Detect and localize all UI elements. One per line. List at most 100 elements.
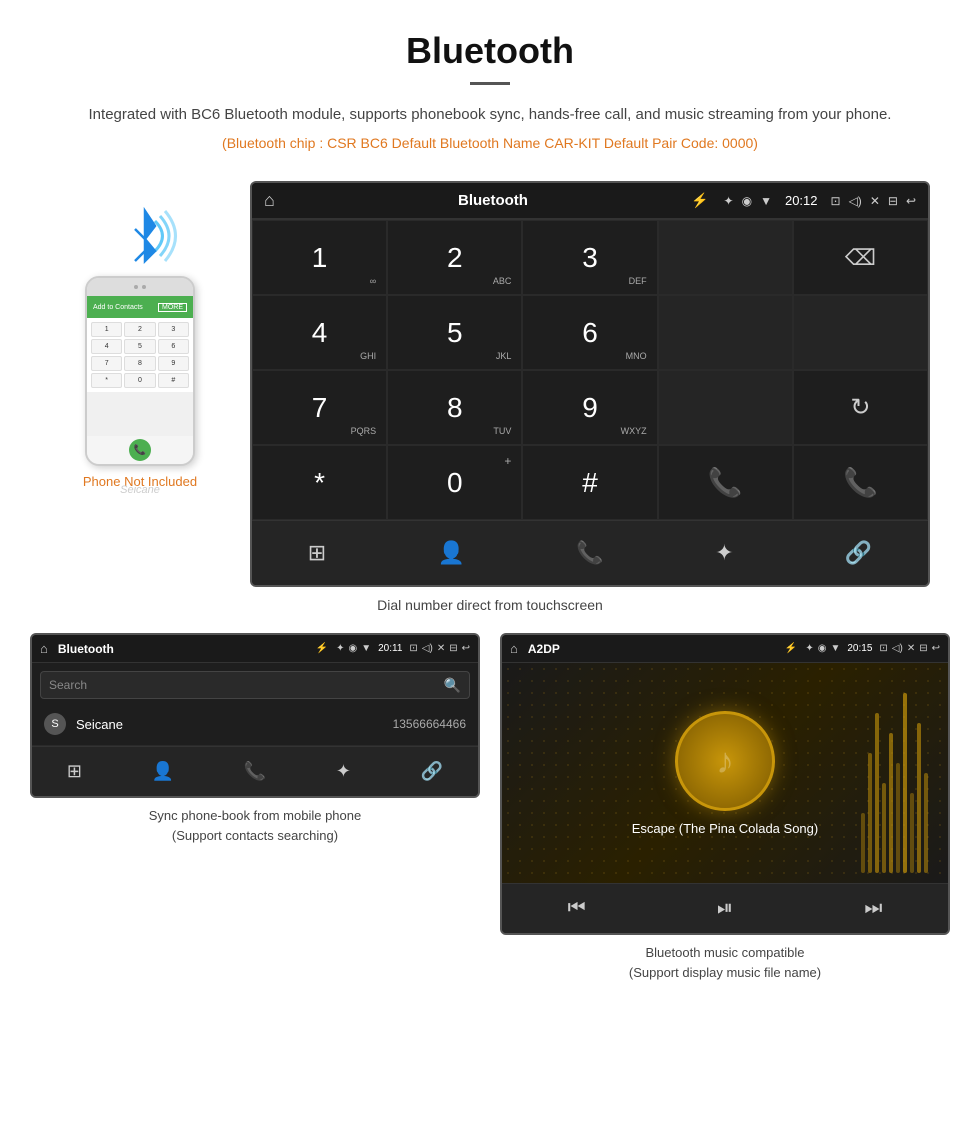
music-home-icon[interactable]: ⌂ xyxy=(510,641,518,656)
bottom-link-icon[interactable]: 🔗 xyxy=(845,540,872,566)
close-icon[interactable]: ✕ xyxy=(870,194,880,208)
pb-back-icon[interactable]: ↩ xyxy=(462,643,470,654)
page-description: Integrated with BC6 Bluetooth module, su… xyxy=(60,103,920,127)
home-icon[interactable]: ⌂ xyxy=(264,190,275,211)
phone-screen: 1 2 3 4 5 6 7 8 9 * 0 # xyxy=(87,318,193,392)
pb-close-icon[interactable]: ✕ xyxy=(437,643,445,654)
phonebook-caption: Sync phone-book from mobile phone(Suppor… xyxy=(30,806,480,845)
dialpad-key-4[interactable]: 4 GHI xyxy=(252,295,387,370)
pb-bt-nav-icon[interactable]: ✦ xyxy=(336,761,351,782)
dialpad-backspace[interactable]: ⌫ xyxy=(793,220,928,295)
phone-key-star[interactable]: * xyxy=(91,373,122,388)
camera-icon: ⊡ xyxy=(831,194,841,208)
music-content: ♪ Escape (The Pina Colada Song) xyxy=(502,663,948,883)
phone-key-1[interactable]: 1 xyxy=(91,322,122,337)
window-icon: ⊟ xyxy=(888,194,898,208)
dialpad-key-5[interactable]: 5 JKL xyxy=(387,295,522,370)
phone-key-2[interactable]: 2 xyxy=(124,322,155,337)
bottom-contacts-icon[interactable]: 👤 xyxy=(438,540,465,566)
music-song-title: Escape (The Pina Colada Song) xyxy=(632,821,818,836)
play-pause-button[interactable]: ⏯ xyxy=(717,897,733,920)
phone-top-bar xyxy=(87,278,193,296)
phone-key-5[interactable]: 5 xyxy=(124,339,155,354)
music-back-icon[interactable]: ↩ xyxy=(932,643,940,654)
dialpad-key-6[interactable]: 6 MNO xyxy=(522,295,657,370)
next-track-button[interactable]: ⏭ xyxy=(864,897,882,920)
phone-key-8[interactable]: 8 xyxy=(124,356,155,371)
dialpad-key-9[interactable]: 9 WXYZ xyxy=(522,370,657,445)
dialpad-empty-r2c5 xyxy=(793,295,928,370)
phone-key-4[interactable]: 4 xyxy=(91,339,122,354)
phonebook-section: ⌂ Bluetooth ⚡ ✦ ◉ ▼ 20:11 ⊡ ◁) ✕ ⊟ ↩ xyxy=(30,633,480,982)
pb-usb-icon: ⚡ xyxy=(316,643,328,654)
music-status-bar: ⌂ A2DP ⚡ ✦ ◉ ▼ 20:15 ⊡ ◁) ✕ ⊟ ↩ xyxy=(502,635,948,663)
dialpad-key-hash[interactable]: # xyxy=(522,445,657,520)
pb-vol-icon: ◁) xyxy=(422,643,433,654)
car-screen-title: Bluetooth xyxy=(295,192,691,209)
music-bt-icon: ✦ xyxy=(805,643,813,654)
bt-status-icon: ✦ xyxy=(724,194,734,208)
pb-phone-icon[interactable]: 📞 xyxy=(244,761,266,782)
pb-person-icon[interactable]: 👤 xyxy=(152,761,174,782)
pb-search-bar: Search 🔍 xyxy=(32,663,478,703)
dialpad-key-8[interactable]: 8 TUV xyxy=(387,370,522,445)
pb-home-icon[interactable]: ⌂ xyxy=(40,641,48,656)
pb-win-icon: ⊟ xyxy=(449,643,457,654)
title-divider xyxy=(470,82,510,85)
volume-icon: ◁) xyxy=(849,194,862,208)
phone-call-button[interactable]: 📞 xyxy=(129,439,151,461)
dialpad-empty-r2c4 xyxy=(658,295,793,370)
bottom-dialpad-icon[interactable]: ⊞ xyxy=(308,540,326,566)
music-loc-icon: ◉ xyxy=(818,643,827,654)
music-cam-icon: ⊡ xyxy=(879,643,887,654)
page-title: Bluetooth xyxy=(60,30,920,72)
dialpad-key-1[interactable]: 1 ∞ xyxy=(252,220,387,295)
music-vol-icon: ◁) xyxy=(892,643,903,654)
bottom-bluetooth-icon[interactable]: ✦ xyxy=(715,540,733,566)
dialpad-key-3[interactable]: 3 DEF xyxy=(522,220,657,295)
dial-caption: Dial number direct from touchscreen xyxy=(0,597,980,613)
music-album-art: ♪ xyxy=(675,711,775,811)
dialpad-key-7[interactable]: 7 PQRS xyxy=(252,370,387,445)
pb-contact-avatar: S xyxy=(44,713,66,735)
music-section: ⌂ A2DP ⚡ ✦ ◉ ▼ 20:15 ⊡ ◁) ✕ ⊟ ↩ xyxy=(500,633,950,982)
phone-key-hash[interactable]: # xyxy=(158,373,189,388)
phone-status-bar: Add to Contacts MORE xyxy=(87,296,193,318)
phone-speaker xyxy=(134,285,138,289)
car-status-bar: ⌂ Bluetooth ⚡ ✦ ◉ ▼ 20:12 ⊡ ◁) ✕ ⊟ ↩ xyxy=(252,183,928,219)
dialpad-key-0[interactable]: 0 + xyxy=(387,445,522,520)
prev-track-button[interactable]: ⏮ xyxy=(568,897,586,920)
phone-bottom-bar: 📞 xyxy=(87,436,193,464)
pb-contact-row[interactable]: S Seicane 13566664466 xyxy=(32,703,478,746)
phone-key-7[interactable]: 7 xyxy=(91,356,122,371)
bluetooth-signal-illustration xyxy=(100,201,180,271)
phone-key-0[interactable]: 0 xyxy=(124,373,155,388)
pb-contact-name: Seicane xyxy=(76,717,393,732)
pb-loc-icon: ◉ xyxy=(348,643,357,654)
dialpad-key-star[interactable]: * xyxy=(252,445,387,520)
bottom-phone-icon[interactable]: 📞 xyxy=(576,540,603,566)
dialpad-reload[interactable]: ↻ xyxy=(793,370,928,445)
pb-link-nav-icon[interactable]: 🔗 xyxy=(421,761,443,782)
phone-device: Add to Contacts MORE 1 2 3 4 5 6 7 8 9 *… xyxy=(85,276,195,466)
phone-camera xyxy=(142,285,146,289)
backspace-icon: ⌫ xyxy=(845,245,876,271)
car-dialpad-grid: 1 ∞ 2 ABC 3 DEF ⌫ 4 GHI 5 JKL xyxy=(252,219,928,520)
music-status-icons: ✦ ◉ ▼ 20:15 ⊡ ◁) ✕ ⊟ ↩ xyxy=(805,643,940,654)
phone-illustration: Add to Contacts MORE 1 2 3 4 5 6 7 8 9 *… xyxy=(50,181,230,496)
music-controls: ⏮ ⏯ ⏭ xyxy=(502,883,948,933)
phone-key-9[interactable]: 9 xyxy=(158,356,189,371)
dialpad-call-green[interactable]: 📞 xyxy=(658,445,793,520)
pb-status-bar: ⌂ Bluetooth ⚡ ✦ ◉ ▼ 20:11 ⊡ ◁) ✕ ⊟ ↩ xyxy=(32,635,478,663)
dialpad-call-red[interactable]: 📞 xyxy=(793,445,928,520)
back-icon[interactable]: ↩ xyxy=(906,194,916,208)
page-header: Bluetooth Integrated with BC6 Bluetooth … xyxy=(0,0,980,181)
pb-grid-icon[interactable]: ⊞ xyxy=(67,761,82,782)
pb-title: Bluetooth xyxy=(58,642,316,656)
pb-search-icon: 🔍 xyxy=(444,677,461,694)
phone-key-3[interactable]: 3 xyxy=(158,322,189,337)
music-close-icon[interactable]: ✕ xyxy=(907,643,915,654)
dialpad-key-2[interactable]: 2 ABC xyxy=(387,220,522,295)
phone-key-6[interactable]: 6 xyxy=(158,339,189,354)
pb-search-input[interactable]: Search 🔍 xyxy=(40,671,470,699)
